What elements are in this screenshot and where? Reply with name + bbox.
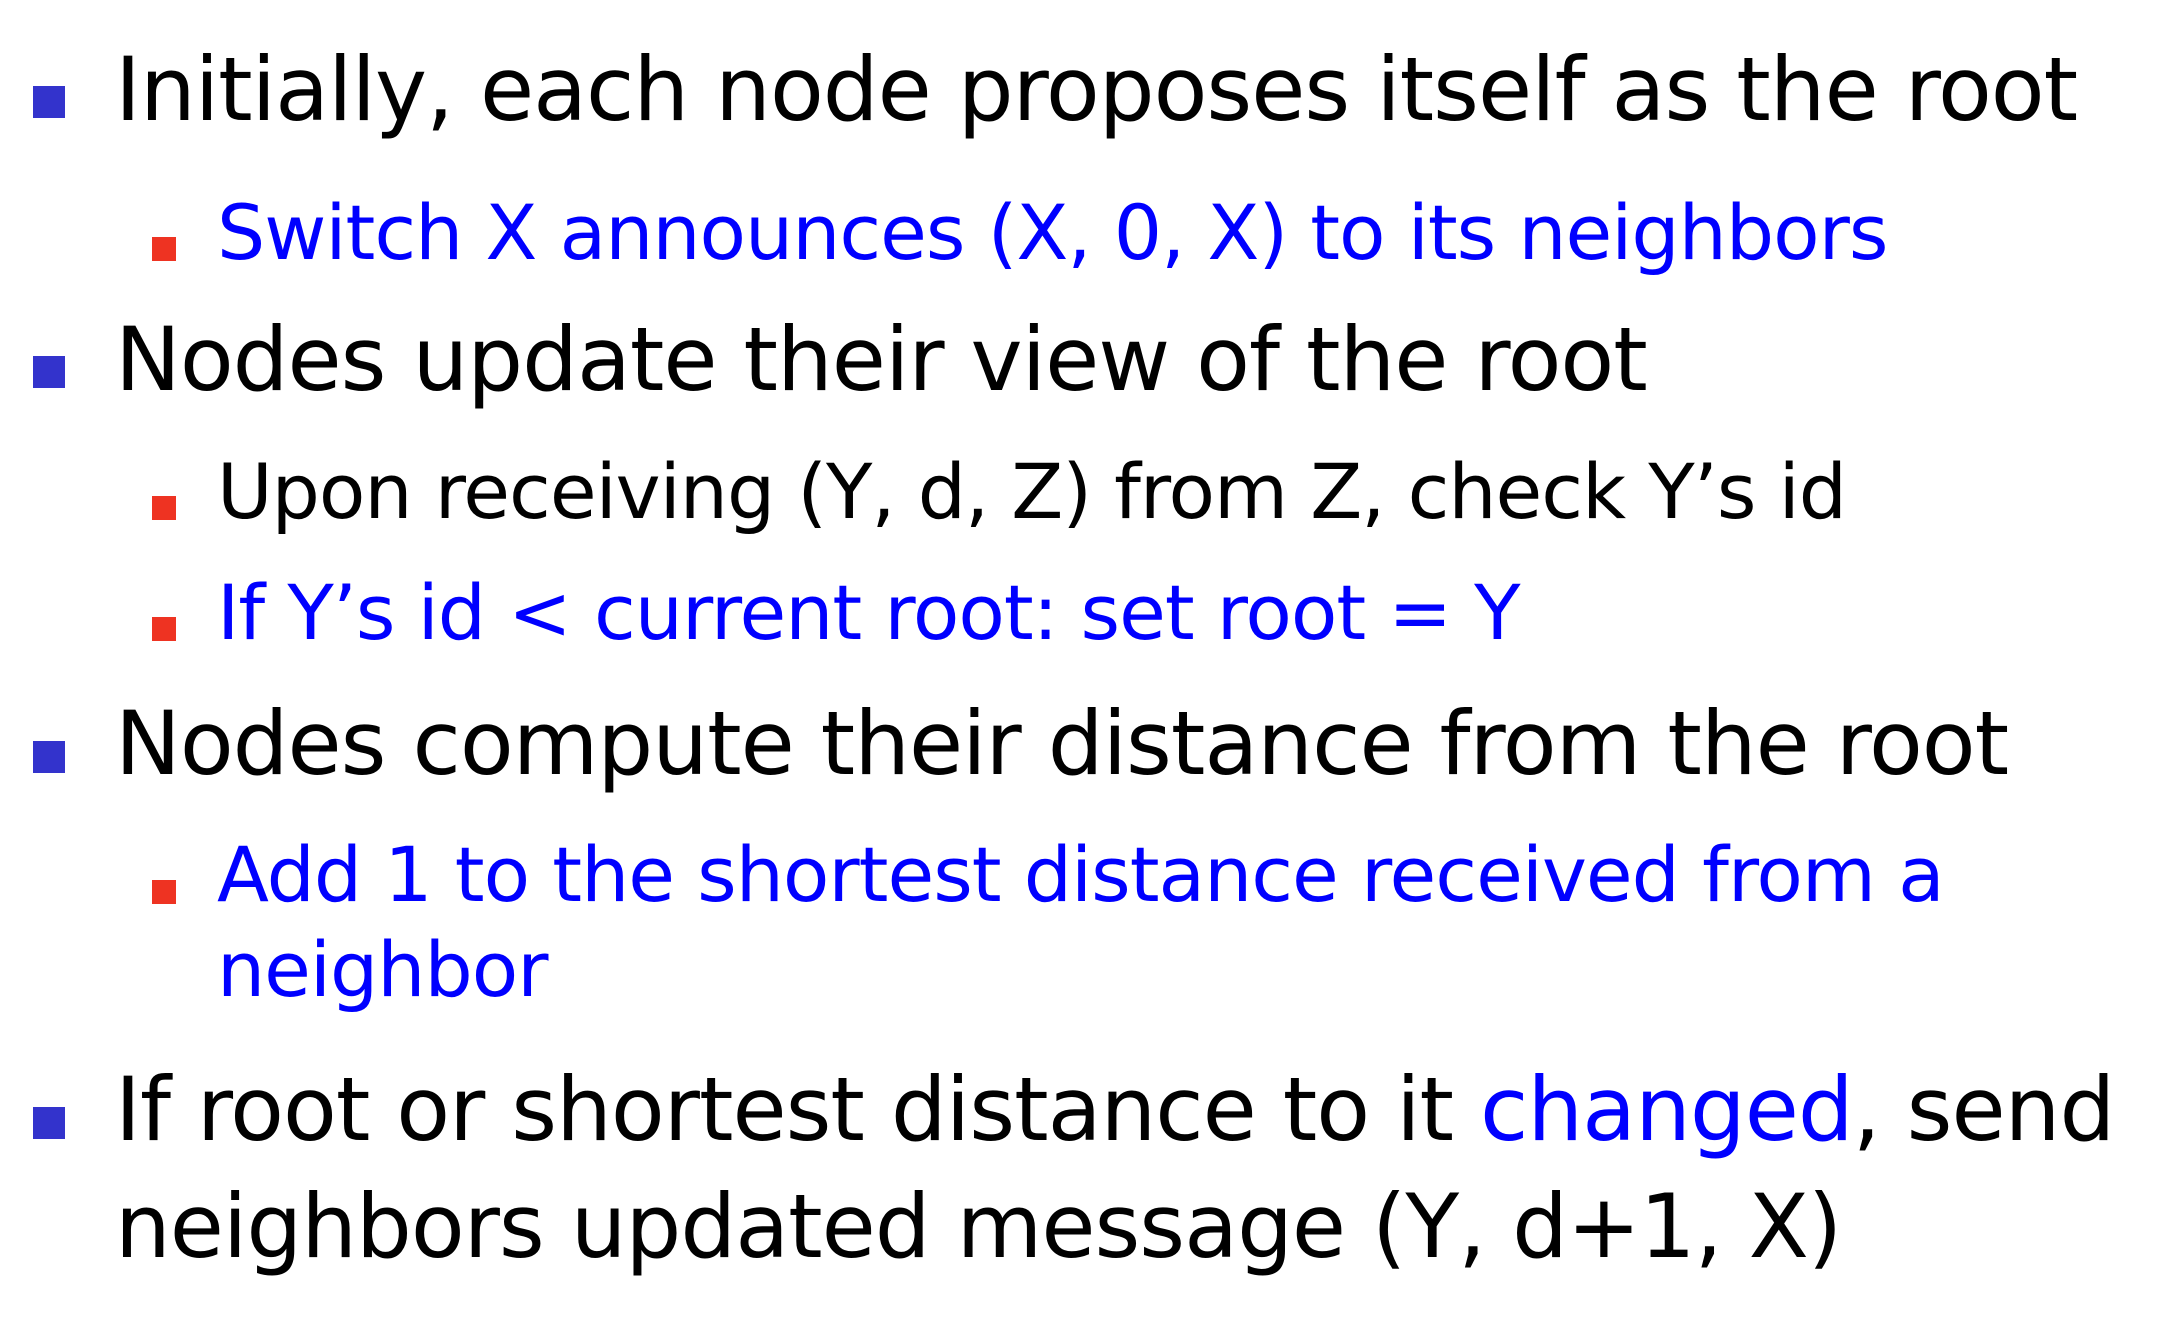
bullet-4-line-1: If root or shortest distance to it chang… <box>115 1058 2116 1161</box>
level2-bullet-square-icon <box>152 880 176 904</box>
level1-bullet-square-icon <box>33 356 65 388</box>
bullet-4-line-2: neighbors updated message (Y, d+1, X) <box>115 1175 1842 1278</box>
bullet-1-text: Initially, each node proposes itself as … <box>115 38 2078 141</box>
bullet-4-text-before: If root or shortest distance to it <box>115 1058 1481 1161</box>
level1-bullet-square-icon <box>33 741 65 773</box>
bullet-1-sub-1-text: Switch X announces (X, 0, X) to its neig… <box>217 188 1888 277</box>
level2-bullet-square-icon <box>152 617 176 641</box>
level1-bullet-square-icon <box>33 86 65 118</box>
level2-bullet-square-icon <box>152 496 176 520</box>
bullet-2-sub-2-text: If Y’s id < current root: set root = Y <box>217 568 1521 657</box>
bullet-3-sub-1-line-1: Add 1 to the shortest distance received … <box>217 830 1945 919</box>
bullet-4-highlight-changed: changed <box>1480 1058 1854 1161</box>
bullet-3-sub-1-line-2: neighbor <box>217 925 548 1014</box>
level1-bullet-square-icon <box>33 1107 65 1139</box>
bullet-4-text-after: , send <box>1852 1058 2116 1161</box>
bullet-2-text: Nodes update their view of the root <box>115 308 1648 411</box>
level2-bullet-square-icon <box>152 237 176 261</box>
bullet-3-text: Nodes compute their distance from the ro… <box>115 692 2009 795</box>
bullet-2-sub-1-text: Upon receiving (Y, d, Z) from Z, check Y… <box>217 447 1847 536</box>
slide: Initially, each node proposes itself as … <box>0 0 2178 1340</box>
